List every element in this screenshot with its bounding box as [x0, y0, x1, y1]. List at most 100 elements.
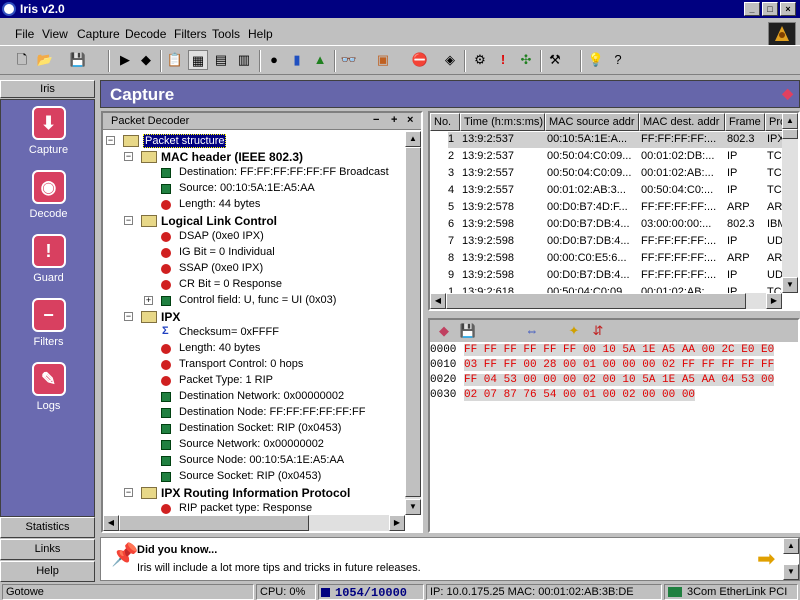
floppy-icon[interactable]: 💾 [458, 321, 478, 341]
table-cell[interactable]: 13:9:2:598 [460, 251, 545, 267]
sidebar-statistics-button[interactable]: Statistics [0, 517, 95, 538]
tree-collapse-toggle[interactable]: − [124, 152, 133, 161]
sidebar-item-decode[interactable]: ◉ Decode [1, 170, 96, 220]
binoculars-icon[interactable]: 👓 [339, 50, 359, 70]
menu-tools[interactable]: Tools [212, 27, 240, 41]
table-cell[interactable]: 00:00:C0:E5:6... [545, 251, 639, 267]
table-cell[interactable]: FF:FF:FF:FF:... [639, 200, 725, 216]
pie-icon[interactable]: ● [264, 50, 284, 70]
column-header[interactable]: MAC dest. addr [639, 113, 725, 131]
view2-icon[interactable]: ▤ [211, 50, 231, 70]
tree-expand-toggle[interactable]: + [144, 296, 153, 305]
menu-capture[interactable]: Capture [77, 27, 120, 41]
alert-icon[interactable]: ! [493, 50, 513, 70]
table-cell[interactable]: 802.3 [725, 132, 765, 148]
eraser-icon[interactable]: ◈ [440, 50, 460, 70]
sidebar-item-logs[interactable]: ✎ Logs [1, 362, 96, 412]
tree-node[interactable]: IPX [161, 310, 180, 324]
table-cell[interactable]: 03:00:00:00:... [639, 217, 725, 233]
box-icon[interactable]: ▣ [373, 50, 393, 70]
network-icon[interactable]: ✣ [516, 50, 536, 70]
maximize-button[interactable]: □ [762, 2, 778, 16]
menu-filters[interactable]: Filters [174, 27, 207, 41]
table-cell[interactable]: 00:01:02:AB:3... [545, 183, 639, 199]
menu-file[interactable]: File [15, 27, 34, 41]
tip-scroll-up[interactable]: ▲ [783, 538, 799, 554]
tree-collapse-toggle[interactable]: − [124, 216, 133, 225]
open-icon[interactable]: 📂 [35, 50, 55, 70]
sidebar-header[interactable]: Iris [0, 80, 95, 98]
close-decoder-button[interactable]: × [407, 114, 413, 126]
table-cell[interactable]: 00:50:04:C0:09... [545, 149, 639, 165]
next-tip-arrow-icon[interactable]: ➡ [757, 546, 775, 572]
hex-bytes[interactable]: 03 FF FF 00 28 00 01 00 00 00 02 FF FF F… [464, 359, 775, 371]
tree-node[interactable]: Logical Link Control [161, 214, 277, 228]
table-cell[interactable]: ARP [725, 251, 765, 267]
tree-node[interactable]: Destination: FF:FF:FF:FF:FF:FF Broadcast [179, 166, 389, 178]
gear-icon[interactable]: ⚙ [470, 50, 490, 70]
minimize-button[interactable]: _ [744, 2, 760, 16]
view1-icon[interactable]: ▦ [188, 50, 208, 70]
table-cell[interactable]: 00:D0:B7:DB:4... [545, 217, 639, 233]
width-icon[interactable]: ⇔ [522, 321, 542, 341]
menu-view[interactable]: View [42, 27, 68, 41]
table-cell[interactable]: 13:9:2:557 [460, 166, 545, 182]
tools-icon[interactable]: ⚒ [545, 50, 565, 70]
table-cell[interactable]: FF:FF:FF:FF:... [639, 234, 725, 250]
tree-collapse-toggle[interactable]: − [106, 136, 115, 145]
collapse-button[interactable]: − [373, 114, 379, 126]
table-cell[interactable]: 00:10:5A:1E:A... [545, 132, 639, 148]
table-cell[interactable]: IP [725, 149, 765, 165]
table-cell[interactable]: 13:9:2:578 [460, 200, 545, 216]
table-cell[interactable]: ARP [725, 200, 765, 216]
tree-node[interactable]: IG Bit = 0 Individual [179, 246, 275, 258]
table-cell[interactable]: 00:D0:B7:DB:4... [545, 268, 639, 284]
tree-node[interactable]: MAC header (IEEE 802.3) [161, 150, 303, 164]
table-cell[interactable]: FF:FF:FF:FF:... [639, 132, 725, 148]
decoder-horizontal-scrollbar[interactable]: ◀ ▶ [103, 515, 405, 531]
tree-node[interactable]: CR Bit = 0 Response [179, 278, 282, 290]
help-icon[interactable]: ? [608, 50, 628, 70]
table-cell[interactable]: 13:9:2:598 [460, 268, 545, 284]
expand-button[interactable]: + [391, 114, 397, 126]
table-cell[interactable]: 802.3 [725, 217, 765, 233]
sidebar-item-capture[interactable]: ⬇ Capture [1, 106, 96, 156]
tip-icon[interactable]: 💡 [586, 50, 606, 70]
table-cell[interactable]: 13:9:2:537 [460, 149, 545, 165]
tree-node[interactable]: Source Socket: RIP (0x0453) [179, 470, 321, 482]
split-icon[interactable]: ⇵ [588, 321, 608, 341]
view3-icon[interactable]: ▥ [234, 50, 254, 70]
tip-scroll-down[interactable]: ▼ [783, 564, 799, 580]
table-cell[interactable]: 00:50:04:C0:09... [545, 166, 639, 182]
stop-icon[interactable]: ⛔ [410, 50, 430, 70]
tree-node[interactable]: Source: 00:10:5A:1E:A5:AA [179, 182, 315, 194]
close-button[interactable]: × [780, 2, 796, 16]
tree-node[interactable]: SSAP (0xe0 IPX) [179, 262, 263, 274]
table-cell[interactable]: 13:9:2:598 [460, 217, 545, 233]
highlight-icon[interactable]: ✦ [564, 321, 584, 341]
menu-help[interactable]: Help [248, 27, 273, 41]
tree-collapse-toggle[interactable]: − [124, 312, 133, 321]
copy-icon[interactable]: 📋 [165, 50, 185, 70]
table-cell[interactable]: 13:9:2:557 [460, 183, 545, 199]
table-cell[interactable]: 00:D0:B7:4D:F... [545, 200, 639, 216]
table-cell[interactable]: FF:FF:FF:FF:... [639, 268, 725, 284]
table-cell[interactable]: IP [725, 166, 765, 182]
hex-bytes[interactable]: FF FF FF FF FF FF 00 10 5A 1E A5 AA 00 2… [464, 344, 775, 356]
tree-node[interactable]: IPX Routing Information Protocol [161, 486, 350, 500]
table-cell[interactable]: FF:FF:FF:FF:... [639, 251, 725, 267]
stop-capture-icon[interactable]: ◆ [136, 50, 156, 70]
tree-node[interactable]: RIP packet type: Response [179, 502, 312, 514]
tree-node[interactable]: Source Node: 00:10:5A:1E:A5:AA [179, 454, 344, 466]
table-cell[interactable]: 13:9:2:537 [460, 132, 545, 148]
save-hex-icon[interactable]: ◆ [434, 321, 454, 341]
table-cell[interactable]: 00:50:04:C0:... [639, 183, 725, 199]
table-cell[interactable]: 00:01:02:AB:... [639, 166, 725, 182]
column-header[interactable]: Time (h:m:s:ms) [460, 113, 545, 131]
tree-node[interactable]: Control field: U, func = UI (0x03) [179, 294, 336, 306]
tree-node[interactable]: Checksum= 0xFFFF [179, 326, 279, 338]
table-cell[interactable]: IP [725, 183, 765, 199]
tree-node[interactable]: Destination Node: FF:FF:FF:FF:FF:FF [179, 406, 365, 418]
column-header[interactable]: No. [430, 113, 460, 131]
sidebar-item-filters[interactable]: − Filters [1, 298, 96, 348]
